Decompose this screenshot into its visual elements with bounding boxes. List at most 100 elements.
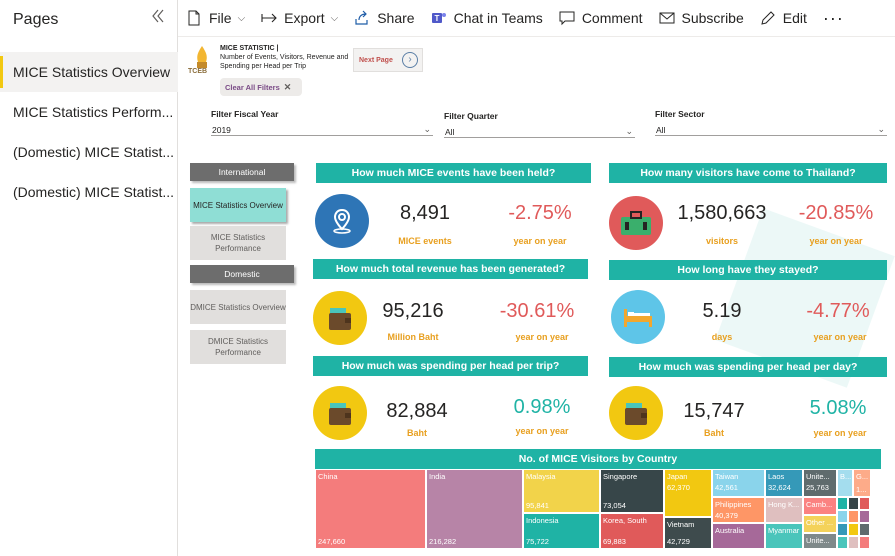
trip-value: 82,884	[386, 400, 448, 422]
day-value: 15,747	[683, 400, 745, 422]
teams-icon: T	[431, 10, 447, 26]
stay-unit: days	[711, 332, 733, 342]
treemap-cell[interactable]: Australia	[712, 523, 765, 549]
page-item-mice-overview[interactable]: MICE Statistics Overview	[0, 52, 178, 92]
filter-fiscal-year-dropdown[interactable]: 2019 ⌄	[211, 122, 433, 136]
next-page-button[interactable]: Next Page ›	[353, 48, 423, 72]
treemap-cell-country: Other ...	[806, 518, 834, 527]
treemap-cell-small[interactable]	[859, 510, 870, 523]
share-button[interactable]: Share	[354, 0, 415, 37]
treemap-cell[interactable]: G... 1...	[853, 469, 871, 497]
treemap-cell-small[interactable]	[837, 523, 848, 536]
treemap-cell[interactable]: Korea, South 69,883	[600, 513, 664, 549]
revenue-unit: Million Baht	[387, 332, 439, 342]
share-label: Share	[377, 10, 415, 26]
export-arrow-icon	[261, 10, 277, 26]
treemap-cell[interactable]: Indonesia 75,722	[523, 513, 600, 549]
treemap-cell-value: 1...	[856, 485, 867, 494]
clear-filters-button[interactable]: Clear All Filters ✕	[220, 78, 302, 96]
treemap-cell-small[interactable]	[859, 536, 870, 549]
treemap-cell-country: Myanmar	[768, 526, 800, 535]
treemap-cell-value: 216,282	[429, 537, 457, 546]
treemap-cell-small[interactable]	[837, 497, 848, 510]
treemap-cell-country: India	[429, 472, 446, 481]
export-label: Export	[284, 10, 325, 26]
wallet-icon	[313, 386, 367, 440]
treemap-cell-country: Indonesia	[526, 516, 559, 525]
treemap-cell[interactable]: Malaysia 95,841	[523, 469, 600, 513]
treemap-cell[interactable]: India 216,282	[426, 469, 523, 549]
trip-yoy-label: year on year	[515, 426, 569, 436]
treemap-cell[interactable]: China 247,660	[315, 469, 426, 549]
visitors-yoy-label: year on year	[809, 236, 863, 246]
collapse-pane-icon[interactable]	[148, 8, 168, 28]
treemap-cell-small[interactable]	[837, 536, 848, 549]
nav-dmice-overview-button[interactable]: DMICE Statistics Overview	[190, 290, 286, 324]
treemap-cell[interactable]: B...	[837, 469, 853, 497]
treemap-cell[interactable]: Other ...	[803, 515, 837, 533]
treemap-cell[interactable]: Hong K...	[765, 497, 803, 523]
treemap-cell[interactable]: Unite...	[803, 533, 837, 549]
treemap-cell[interactable]: Singapore 73,054	[600, 469, 664, 513]
nav-mice-overview-button[interactable]: MICE Statistics Overview	[190, 188, 286, 222]
edit-button[interactable]: Edit	[760, 0, 807, 37]
nav-mice-performance-button[interactable]: MICE Statistics Performance	[190, 226, 286, 260]
treemap-cell[interactable]: Laos 32,624	[765, 469, 803, 497]
chevron-down-icon: ⌵	[330, 12, 339, 24]
more-options-button[interactable]: ···	[823, 0, 844, 37]
comment-button[interactable]: Comment	[559, 0, 643, 37]
next-page-label: Next Page	[359, 56, 393, 64]
page-item-mice-performance[interactable]: MICE Statistics Perform...	[0, 92, 178, 132]
treemap-cell[interactable]: Japan 62,370	[664, 469, 712, 517]
treemap-cell-country: Vietnam	[667, 520, 695, 529]
stay-yoy-pct: -4.77%	[806, 300, 870, 322]
treemap-cell-small[interactable]	[859, 523, 870, 536]
wallet-icon	[313, 291, 367, 345]
treemap-cell[interactable]: Taiwan 42,561	[712, 469, 765, 497]
treemap-cell[interactable]: Myanmar	[765, 523, 803, 549]
treemap-cell-small[interactable]	[837, 510, 848, 523]
treemap-cell-country: Japan	[667, 472, 688, 481]
treemap-cell-value: 73,054	[603, 501, 626, 510]
file-menu[interactable]: File ⌵	[186, 0, 245, 37]
filter-quarter-dropdown[interactable]: All ⌄	[444, 124, 635, 138]
revenue-yoy-pct: -30.61%	[499, 300, 575, 322]
treemap-cell-small[interactable]	[859, 497, 870, 510]
treemap-cell[interactable]: Vietnam 42,729	[664, 517, 712, 549]
stay-yoy-label: year on year	[813, 332, 867, 342]
treemap-cell-country: Unite...	[806, 536, 830, 545]
treemap-cell-small[interactable]	[848, 510, 859, 523]
treemap-cell-small[interactable]	[848, 497, 859, 510]
nav-dmice-performance-button[interactable]: DMICE Statistics Performance	[190, 330, 286, 364]
events-question: How much MICE events have been held?	[316, 163, 591, 183]
chat-label: Chat in Teams	[453, 10, 543, 26]
filter-fiscal-year-label: Filter Fiscal Year	[211, 109, 279, 119]
visitors-unit: visitors	[705, 236, 738, 246]
treemap-cell-value: 69,883	[603, 537, 626, 546]
filter-sector-dropdown[interactable]: All ⌄	[655, 122, 887, 136]
treemap-cell[interactable]: Unite... 25,763	[803, 469, 837, 497]
suitcase-icon	[609, 196, 663, 250]
filter-sector-value: All	[656, 125, 666, 135]
toolbar: File ⌵ Export ⌵ Share T Chat in Teams Co…	[178, 0, 895, 37]
export-menu[interactable]: Export ⌵	[261, 0, 338, 37]
treemap-cell[interactable]: Camb...	[803, 497, 837, 515]
pages-pane: Pages MICE Statistics Overview MICE Stat…	[0, 0, 178, 556]
page-item-domestic-overview[interactable]: (Domestic) MICE Statist...	[0, 132, 178, 172]
country-treemap[interactable]: China 247,660 India 216,282 Malaysia 95,841 In…	[315, 469, 885, 549]
page-item-domestic-performance[interactable]: (Domestic) MICE Statist...	[0, 172, 178, 212]
treemap-cell[interactable]: Philippines 40,379	[712, 497, 765, 523]
treemap-cell-value: 32,624	[768, 483, 791, 492]
svg-text:T: T	[434, 14, 439, 23]
chat-in-teams-button[interactable]: T Chat in Teams	[431, 0, 543, 37]
filter-clear-icon: ✕	[283, 81, 292, 92]
filter-fiscal-year: Filter Fiscal Year 2019 ⌄	[211, 109, 433, 136]
visitors-question: How many visitors have come to Thailand?	[609, 163, 887, 183]
treemap-cell-small[interactable]	[848, 536, 859, 549]
treemap-cell-country: Camb...	[806, 500, 833, 509]
treemap-cell-small[interactable]	[848, 523, 859, 536]
filter-quarter-value: All	[445, 127, 455, 137]
file-label: File	[209, 10, 232, 26]
clear-filters-label: Clear All Filters	[225, 82, 280, 92]
subscribe-button[interactable]: Subscribe	[659, 0, 744, 37]
